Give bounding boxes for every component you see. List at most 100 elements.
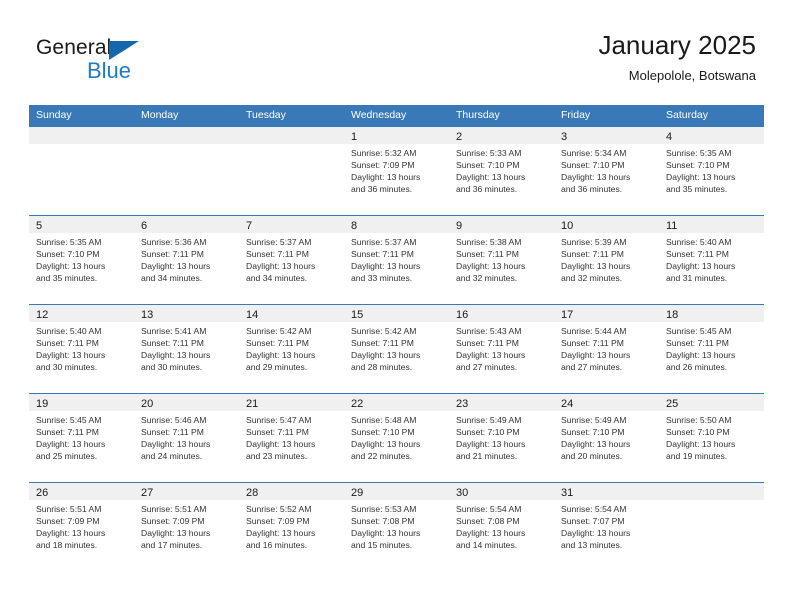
day-detail-line: Sunrise: 5:47 AM xyxy=(246,415,312,425)
day-detail-line: Sunset: 7:11 PM xyxy=(666,338,729,349)
day-number-band xyxy=(239,127,344,144)
day-number-band: 13 xyxy=(134,305,239,322)
day-detail-line: and 30 minutes. xyxy=(141,362,203,373)
day-detail-text: Sunrise: 5:36 AM Sunset: 7:11 PM Daylight:… xyxy=(134,233,239,284)
day-detail-line: Sunset: 7:07 PM xyxy=(561,516,625,527)
day-detail-line: Sunrise: 5:37 AM xyxy=(351,237,417,247)
day-cell-24[interactable]: 24 Sunrise: 5:49 AM Sunset: 7:10 PM Dayligh… xyxy=(554,394,659,482)
day-detail-line: Sunset: 7:11 PM xyxy=(561,338,624,349)
day-detail-line: and 27 minutes. xyxy=(561,362,623,373)
day-number-band: 3 xyxy=(554,127,659,144)
day-detail-line: Sunset: 7:10 PM xyxy=(456,427,520,438)
day-cell-21[interactable]: 21 Sunrise: 5:47 AM Sunset: 7:11 PM Dayligh… xyxy=(239,394,344,482)
day-cell-15[interactable]: 15 Sunrise: 5:42 AM Sunset: 7:11 PM Dayligh… xyxy=(344,305,449,393)
day-cell-11[interactable]: 11 Sunrise: 5:40 AM Sunset: 7:11 PM Dayligh… xyxy=(659,216,764,304)
day-cell-18[interactable]: 18 Sunrise: 5:45 AM Sunset: 7:11 PM Dayligh… xyxy=(659,305,764,393)
day-detail-line: and 17 minutes. xyxy=(141,540,203,551)
weekday-header-tuesday: Tuesday xyxy=(246,109,286,121)
day-number-band: 5 xyxy=(29,216,134,233)
day-detail-line: Sunset: 7:11 PM xyxy=(246,427,309,438)
day-detail-line: Daylight: 13 hours xyxy=(246,439,316,450)
day-cell-12[interactable]: 12 Sunrise: 5:40 AM Sunset: 7:11 PM Dayligh… xyxy=(29,305,134,393)
day-cell-3[interactable]: 3 Sunrise: 5:34 AM Sunset: 7:10 PM Daylight… xyxy=(554,127,659,215)
day-number-band: 31 xyxy=(554,483,659,500)
day-number: 7 xyxy=(246,220,253,232)
day-cell-28[interactable]: 28 Sunrise: 5:52 AM Sunset: 7:09 PM Dayligh… xyxy=(239,483,344,571)
day-cell-6[interactable]: 6 Sunrise: 5:36 AM Sunset: 7:11 PM Daylight… xyxy=(134,216,239,304)
day-detail-line: Daylight: 13 hours xyxy=(666,439,736,450)
day-cell-empty xyxy=(659,483,764,571)
day-detail-text: Sunrise: 5:49 AM Sunset: 7:10 PM Daylight:… xyxy=(554,411,659,462)
day-detail-line: Sunset: 7:10 PM xyxy=(351,427,415,438)
day-cell-7[interactable]: 7 Sunrise: 5:37 AM Sunset: 7:11 PM Daylight… xyxy=(239,216,344,304)
day-cell-4[interactable]: 4 Sunrise: 5:35 AM Sunset: 7:10 PM Daylight… xyxy=(659,127,764,215)
day-detail-line: Daylight: 13 hours xyxy=(246,528,316,539)
day-cell-23[interactable]: 23 Sunrise: 5:49 AM Sunset: 7:10 PM Dayligh… xyxy=(449,394,554,482)
day-detail-text: Sunrise: 5:35 AM Sunset: 7:10 PM Daylight:… xyxy=(29,233,134,284)
day-cell-13[interactable]: 13 Sunrise: 5:41 AM Sunset: 7:11 PM Dayligh… xyxy=(134,305,239,393)
day-cell-17[interactable]: 17 Sunrise: 5:44 AM Sunset: 7:11 PM Dayligh… xyxy=(554,305,659,393)
day-detail-line: and 23 minutes. xyxy=(246,451,308,462)
day-cell-27[interactable]: 27 Sunrise: 5:51 AM Sunset: 7:09 PM Dayligh… xyxy=(134,483,239,571)
day-number: 10 xyxy=(561,220,574,232)
day-detail-line: and 31 minutes. xyxy=(666,273,728,284)
day-detail-line: Sunrise: 5:40 AM xyxy=(666,237,732,247)
day-detail-line: Sunset: 7:11 PM xyxy=(456,338,519,349)
day-cell-29[interactable]: 29 Sunrise: 5:53 AM Sunset: 7:08 PM Dayligh… xyxy=(344,483,449,571)
day-detail-line: Sunrise: 5:35 AM xyxy=(36,237,102,247)
day-detail-line: Sunset: 7:11 PM xyxy=(246,338,309,349)
day-number: 29 xyxy=(351,487,364,499)
day-detail-line: Sunrise: 5:38 AM xyxy=(456,237,522,247)
weekday-header-row: Sunday Monday Tuesday Wednesday Thursday Frid… xyxy=(29,105,764,127)
calendar-week-row: 19 Sunrise: 5:45 AM Sunset: 7:11 PM Dayligh… xyxy=(29,393,764,482)
day-detail-text: Sunrise: 5:44 AM Sunset: 7:11 PM Daylight:… xyxy=(554,322,659,373)
day-detail-line: Sunset: 7:11 PM xyxy=(666,249,729,260)
day-detail-line: Sunrise: 5:39 AM xyxy=(561,237,627,247)
day-detail-line: Sunrise: 5:42 AM xyxy=(246,326,312,336)
calendar-week-row: 12 Sunrise: 5:40 AM Sunset: 7:11 PM Dayligh… xyxy=(29,304,764,393)
day-number: 1 xyxy=(351,131,358,143)
day-number-band: 28 xyxy=(239,483,344,500)
day-cell-1[interactable]: 1 Sunrise: 5:32 AM Sunset: 7:09 PM Daylight… xyxy=(344,127,449,215)
day-detail-line: Sunset: 7:10 PM xyxy=(36,249,100,260)
day-cell-14[interactable]: 14 Sunrise: 5:42 AM Sunset: 7:11 PM Dayligh… xyxy=(239,305,344,393)
day-cell-5[interactable]: 5 Sunrise: 5:35 AM Sunset: 7:10 PM Daylight… xyxy=(29,216,134,304)
day-cell-19[interactable]: 19 Sunrise: 5:45 AM Sunset: 7:11 PM Dayligh… xyxy=(29,394,134,482)
day-detail-line: Daylight: 13 hours xyxy=(141,439,211,450)
day-cell-26[interactable]: 26 Sunrise: 5:51 AM Sunset: 7:09 PM Dayligh… xyxy=(29,483,134,571)
brand-logo[interactable]: General Blue xyxy=(36,36,166,88)
day-detail-text: Sunrise: 5:46 AM Sunset: 7:11 PM Daylight:… xyxy=(134,411,239,462)
day-detail-text: Sunrise: 5:32 AM Sunset: 7:09 PM Daylight:… xyxy=(344,144,449,195)
day-detail-line: Sunrise: 5:34 AM xyxy=(561,148,627,158)
day-detail-line: Daylight: 13 hours xyxy=(561,439,631,450)
day-detail-line: Sunrise: 5:37 AM xyxy=(246,237,312,247)
day-cell-25[interactable]: 25 Sunrise: 5:50 AM Sunset: 7:10 PM Dayligh… xyxy=(659,394,764,482)
day-detail-line: Sunrise: 5:32 AM xyxy=(351,148,417,158)
day-detail-text: Sunrise: 5:40 AM Sunset: 7:11 PM Daylight:… xyxy=(29,322,134,373)
day-number: 15 xyxy=(351,309,364,321)
day-cell-31[interactable]: 31 Sunrise: 5:54 AM Sunset: 7:07 PM Dayligh… xyxy=(554,483,659,571)
day-cell-9[interactable]: 9 Sunrise: 5:38 AM Sunset: 7:11 PM Daylight… xyxy=(449,216,554,304)
day-number: 19 xyxy=(36,398,49,410)
day-detail-line: Sunrise: 5:43 AM xyxy=(456,326,522,336)
day-detail-line: Daylight: 13 hours xyxy=(351,261,421,272)
day-cell-10[interactable]: 10 Sunrise: 5:39 AM Sunset: 7:11 PM Dayligh… xyxy=(554,216,659,304)
day-number-band: 7 xyxy=(239,216,344,233)
day-cell-8[interactable]: 8 Sunrise: 5:37 AM Sunset: 7:11 PM Daylight… xyxy=(344,216,449,304)
day-detail-line: and 36 minutes. xyxy=(351,184,413,195)
day-cell-22[interactable]: 22 Sunrise: 5:48 AM Sunset: 7:10 PM Dayligh… xyxy=(344,394,449,482)
day-number: 18 xyxy=(666,309,679,321)
day-cell-empty xyxy=(134,127,239,215)
day-detail-text: Sunrise: 5:38 AM Sunset: 7:11 PM Daylight:… xyxy=(449,233,554,284)
day-cell-2[interactable]: 2 Sunrise: 5:33 AM Sunset: 7:10 PM Daylight… xyxy=(449,127,554,215)
day-cell-empty xyxy=(239,127,344,215)
day-cell-16[interactable]: 16 Sunrise: 5:43 AM Sunset: 7:11 PM Dayligh… xyxy=(449,305,554,393)
weekday-header-saturday: Saturday xyxy=(666,109,709,121)
day-number-band: 21 xyxy=(239,394,344,411)
day-cell-30[interactable]: 30 Sunrise: 5:54 AM Sunset: 7:08 PM Dayligh… xyxy=(449,483,554,571)
day-cell-20[interactable]: 20 Sunrise: 5:46 AM Sunset: 7:11 PM Dayligh… xyxy=(134,394,239,482)
day-detail-text: Sunrise: 5:42 AM Sunset: 7:11 PM Daylight:… xyxy=(239,322,344,373)
day-detail-line: Daylight: 13 hours xyxy=(456,261,526,272)
day-detail-line: Sunrise: 5:41 AM xyxy=(141,326,207,336)
day-detail-text: Sunrise: 5:45 AM Sunset: 7:11 PM Daylight:… xyxy=(659,322,764,373)
